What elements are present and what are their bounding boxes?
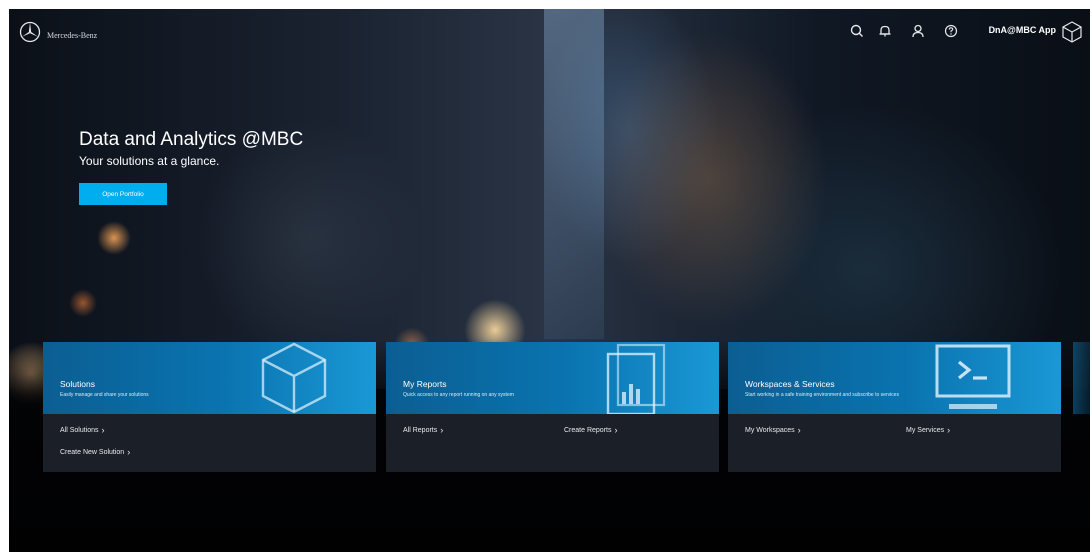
all-solutions-link[interactable]: All Solutions ›: [60, 425, 105, 435]
chevron-right-icon: ›: [127, 447, 131, 457]
brand-logo[interactable]: Mercedes-Benz: [19, 21, 97, 43]
card-workspaces-services[interactable]: Workspaces & Services Start working in a…: [728, 342, 1061, 472]
hero-background: [9, 9, 1090, 409]
card-title: My Reports: [403, 379, 447, 389]
app-name[interactable]: DnA@MBC App: [989, 25, 1056, 35]
card-header[interactable]: Workspaces & Services Start working in a…: [728, 342, 1061, 414]
link-label: Create New Solution: [60, 449, 125, 456]
open-portfolio-button[interactable]: Open Portfolio: [79, 183, 167, 205]
hero-title: Data and Analytics @MBC: [79, 129, 304, 150]
chevron-right-icon: ›: [614, 425, 618, 435]
create-new-solution-link[interactable]: Create New Solution ›: [60, 447, 131, 457]
link-label: All Solutions: [60, 427, 99, 434]
my-workspaces-link[interactable]: My Workspaces ›: [745, 425, 801, 435]
user-icon[interactable]: [910, 23, 926, 39]
app-cube-icon[interactable]: [1060, 20, 1084, 44]
card-solutions[interactable]: Solutions Easily manage and share your s…: [43, 342, 376, 472]
bell-icon[interactable]: [877, 23, 893, 39]
link-label: All Reports: [403, 427, 438, 434]
card-links: My Workspaces › My Services ›: [728, 414, 1061, 472]
search-icon[interactable]: [849, 23, 865, 39]
app-frame: Mercedes-Benz DnA@MBC App Data and Analy…: [9, 9, 1090, 552]
card-links: All Reports › Create Reports ›: [386, 414, 719, 472]
link-label: My Workspaces: [745, 427, 795, 434]
card-header[interactable]: Solutions Easily manage and share your s…: [43, 342, 376, 414]
chevron-right-icon: ›: [947, 425, 951, 435]
report-chart-icon: [606, 343, 666, 414]
bokeh-light: [97, 221, 131, 255]
card-description: Start working in a safe training environ…: [745, 392, 899, 398]
link-label: Create Reports: [564, 427, 612, 434]
mercedes-star-icon: [19, 21, 41, 43]
card-links: All Solutions › Create New Solution ›: [43, 414, 376, 472]
link-label: My Services: [906, 427, 945, 434]
help-icon[interactable]: [943, 23, 959, 39]
chevron-right-icon: ›: [101, 425, 105, 435]
create-reports-link[interactable]: Create Reports ›: [564, 425, 618, 435]
card-title: Workspaces & Services: [745, 379, 835, 389]
cube-icon: [261, 342, 327, 414]
card-title: Solutions: [60, 379, 95, 389]
brand-name: Mercedes-Benz: [47, 31, 98, 40]
hero-subtitle: Your solutions at a glance.: [79, 154, 220, 168]
chevron-right-icon: ›: [440, 425, 444, 435]
card-description: Easily manage and share your solutions: [60, 392, 149, 398]
hero-screen-glow: [544, 9, 604, 339]
card-my-reports[interactable]: My Reports Quick access to any report ru…: [386, 342, 719, 472]
terminal-icon: [935, 344, 1011, 409]
card-description: Quick access to any report running on an…: [403, 392, 514, 398]
all-reports-link[interactable]: All Reports ›: [403, 425, 444, 435]
card-header[interactable]: My Reports Quick access to any report ru…: [386, 342, 719, 414]
my-services-link[interactable]: My Services ›: [906, 425, 951, 435]
next-card-peek: [1073, 342, 1090, 414]
chevron-right-icon: ›: [797, 425, 801, 435]
bokeh-light: [69, 289, 97, 317]
